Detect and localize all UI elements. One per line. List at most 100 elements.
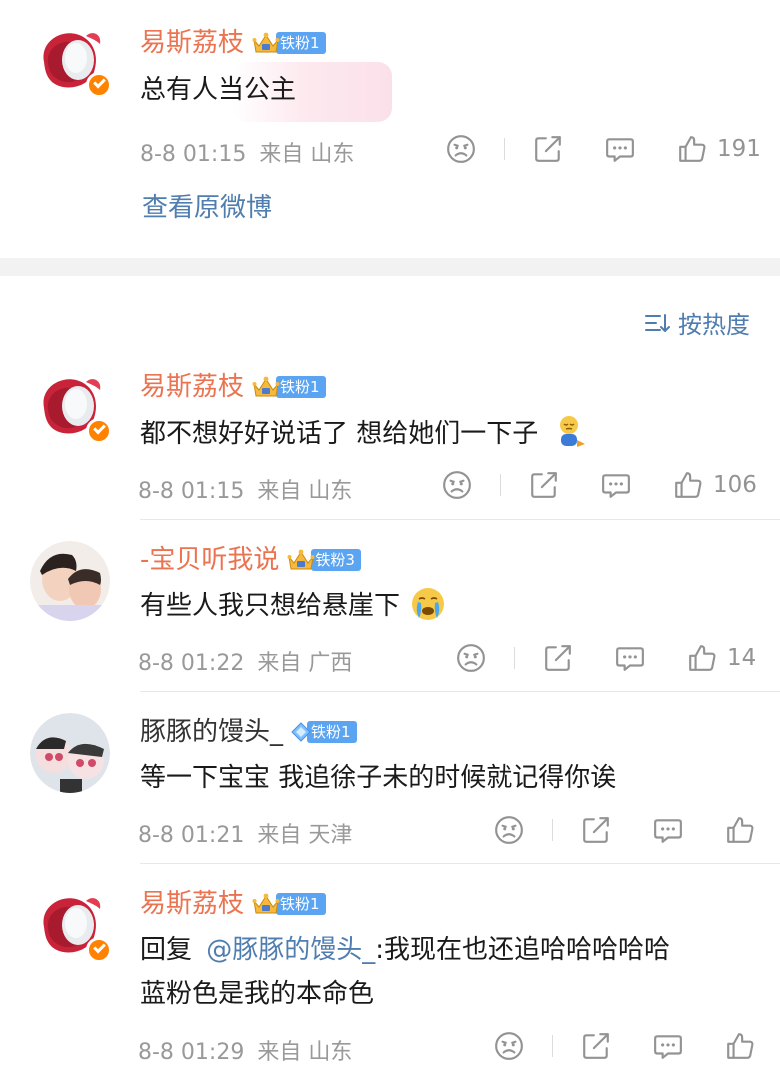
like-thumb-icon [673, 470, 703, 500]
verified-badge-icon [86, 937, 112, 963]
like-thumb-icon [687, 643, 717, 673]
dislike-face-icon [494, 1031, 524, 1061]
comment-meta: 8-8 01:21 来自 天津 [138, 817, 352, 849]
fan-level-label: 铁粉1 [307, 721, 357, 743]
sort-by-popularity-button[interactable]: 按热度 [644, 305, 750, 340]
username[interactable]: 易斯荔枝 [140, 28, 244, 58]
dislike-button[interactable] [494, 1031, 524, 1061]
reply-button[interactable] [653, 1031, 683, 1061]
sort-label: 按热度 [678, 311, 750, 339]
username[interactable]: 易斯荔枝 [140, 372, 244, 402]
fan-level-badge[interactable]: 铁粉1 [252, 31, 326, 55]
fan-level-badge[interactable]: 铁粉1 [252, 375, 326, 399]
comment-meta: 8-8 01:15 来自 山东 [138, 473, 352, 505]
comment-meta: 8-8 01:22 来自 广西 [138, 645, 352, 677]
like-thumb-icon [725, 1031, 755, 1061]
avatar[interactable] [30, 20, 112, 100]
fan-level-badge[interactable]: 铁粉1 [291, 720, 357, 744]
view-original-link[interactable]: 查看原微博 [142, 187, 272, 224]
share-icon [543, 643, 573, 673]
section-separator [0, 258, 780, 276]
dislike-face-icon [446, 134, 476, 164]
share-button[interactable] [529, 470, 559, 500]
like-thumb-icon [725, 815, 755, 845]
fan-level-label: 铁粉1 [276, 32, 326, 54]
dislike-button[interactable] [446, 134, 476, 164]
username[interactable]: -宝贝听我说 [140, 545, 279, 575]
comment-text: 总有人当公主 [140, 75, 297, 105]
comment-text: 都不想好好说话了 想给她们一下子 [140, 419, 539, 449]
crown-icon [287, 548, 315, 572]
comment-location: 来自 广西 [257, 651, 353, 676]
fan-level-label: 铁粉1 [276, 893, 326, 915]
cartoon-duo-avatar [30, 713, 110, 793]
mention-link[interactable]: @豚豚的馒头_ [206, 935, 375, 965]
username[interactable]: 易斯荔枝 [140, 889, 244, 919]
comment-location: 来自 山东 [259, 142, 355, 167]
username[interactable]: 豚豚的馒头_ [140, 717, 283, 747]
comment-meta: 8-8 01:15 来自 山东 [140, 136, 354, 168]
dislike-button[interactable] [456, 643, 486, 673]
comment-time: 8-8 01:15 [140, 142, 247, 167]
fan-level-badge[interactable]: 铁粉3 [287, 548, 361, 572]
diamond-icon [291, 722, 311, 742]
reply-button[interactable] [605, 134, 635, 164]
share-icon [533, 134, 563, 164]
like-button[interactable] [725, 815, 755, 845]
reply-text-line-1: 回复 @豚豚的馒头_:我现在也还追哈哈哈哈哈 [140, 930, 670, 970]
action-divider [514, 647, 515, 669]
comment-actions: 14 [456, 643, 756, 673]
dislike-button[interactable] [494, 815, 524, 845]
like-button[interactable] [725, 1031, 755, 1061]
share-button[interactable] [533, 134, 563, 164]
comment-divider [140, 863, 780, 864]
action-divider [500, 474, 501, 496]
crying-emoji-icon [412, 588, 445, 620]
comment-time: 8-8 01:29 [138, 1040, 245, 1065]
comment-text-row: 都不想好好说话了 想给她们一下子 [140, 414, 587, 454]
comment-icon [601, 470, 631, 500]
reply-button[interactable] [653, 815, 683, 845]
comment-actions: 106 [442, 470, 757, 500]
comment-text: 等一下宝宝 我追徐子未的时候就记得你诶 [140, 763, 617, 793]
sort-icon [645, 313, 670, 332]
like-button[interactable]: 191 [677, 134, 761, 164]
action-divider [552, 819, 553, 841]
fan-level-badge[interactable]: 铁粉1 [252, 892, 326, 916]
avatar[interactable] [30, 885, 112, 965]
reply-button[interactable] [615, 643, 645, 673]
avatar[interactable] [30, 366, 112, 446]
action-divider [552, 1035, 553, 1057]
action-divider [504, 138, 505, 160]
comment-location: 来自 山东 [257, 1040, 353, 1065]
share-icon [581, 1031, 611, 1061]
comment-icon [653, 815, 683, 845]
verified-badge-icon [86, 418, 112, 444]
share-icon [529, 470, 559, 500]
dislike-face-icon [456, 643, 486, 673]
share-button[interactable] [543, 643, 573, 673]
comment-text-row: 有些人我只想给悬崖下 [140, 586, 446, 626]
reply-text: :我现在也还追哈哈哈哈哈 [375, 935, 671, 965]
share-button[interactable] [581, 1031, 611, 1061]
comment-icon [615, 643, 645, 673]
avatar[interactable] [30, 713, 110, 793]
reply-prefix: 回复 [140, 935, 193, 965]
comment-icon [653, 1031, 683, 1061]
share-button[interactable] [581, 815, 611, 845]
crown-icon [252, 31, 280, 55]
like-count: 106 [713, 472, 757, 498]
verified-badge-icon [86, 72, 112, 98]
dislike-button[interactable] [442, 470, 472, 500]
reply-button[interactable] [601, 470, 631, 500]
comment-location: 来自 山东 [257, 479, 353, 504]
avatar[interactable] [30, 541, 110, 621]
dislike-face-icon [494, 815, 524, 845]
like-button[interactable]: 14 [687, 643, 756, 673]
comment-time: 8-8 01:15 [138, 479, 245, 504]
comment-time: 8-8 01:22 [138, 651, 245, 676]
crown-icon [252, 892, 280, 916]
couple-photo-avatar [30, 541, 110, 621]
sleepy-emoji-icon [559, 416, 585, 447]
like-button[interactable]: 106 [673, 470, 757, 500]
